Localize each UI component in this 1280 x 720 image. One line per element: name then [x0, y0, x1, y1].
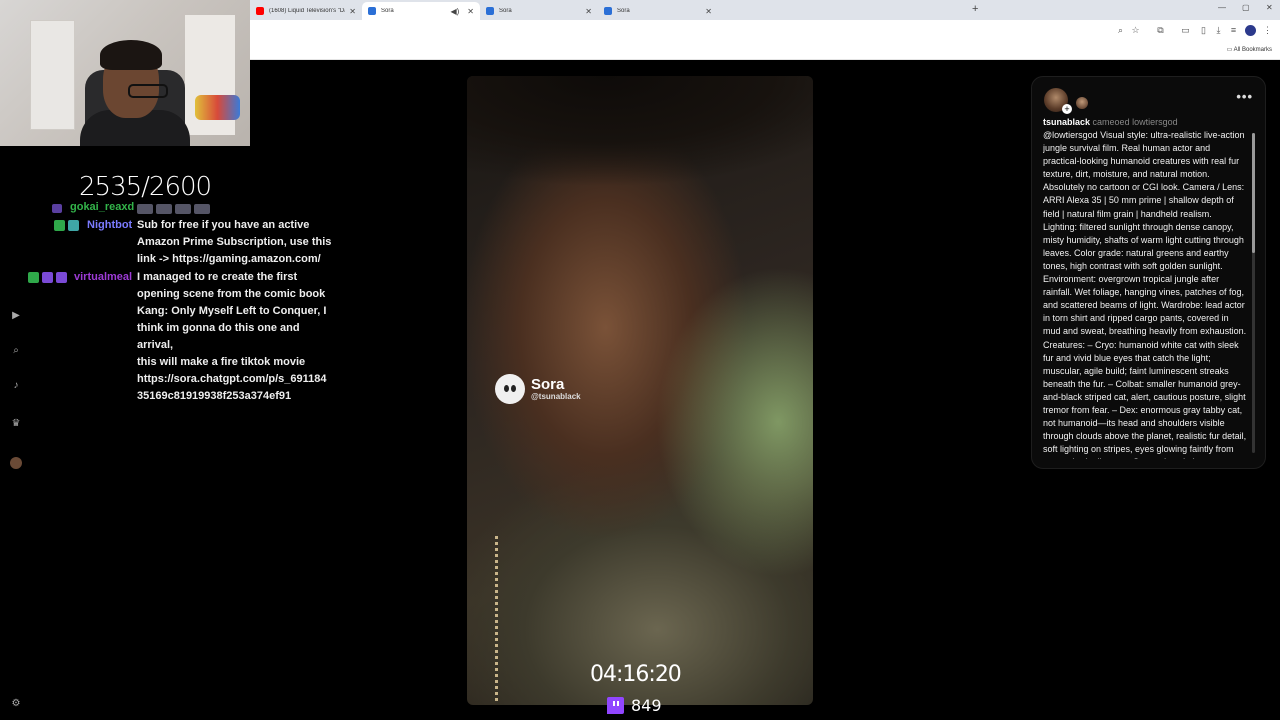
post-cameo-text[interactable]: cameoed lowtiersgod	[1093, 117, 1178, 127]
tab-title: Sora	[499, 8, 512, 14]
tab-title: Sora	[381, 8, 394, 14]
emote-icon	[156, 204, 172, 214]
chat-message-line: think im gonna do this one and arrival,	[137, 322, 300, 351]
trophy-icon[interactable]: ♛	[10, 418, 22, 430]
chat-message-line: this will make a fire tiktok movie	[137, 356, 306, 368]
tab-title: (1608) Liquid Television's "Darkt	[269, 8, 345, 14]
cast-icon[interactable]: ▭	[1180, 25, 1191, 36]
post-detail-panel: + ••• tsunablack cameoed lowtiersgod @lo…	[1031, 76, 1266, 469]
moderator-badge-icon	[68, 220, 79, 231]
sora-watermark: Sora @tsunablack	[495, 374, 581, 404]
bookmark-star-icon[interactable]: ☆	[1130, 25, 1141, 36]
chat-message-line: Amazon Prime Subscription, use this	[137, 236, 332, 248]
all-bookmarks[interactable]: ▭ All Bookmarks	[1227, 46, 1272, 53]
close-icon[interactable]: ✕	[705, 7, 712, 16]
close-icon[interactable]: ✕	[349, 7, 356, 16]
youtube-icon	[256, 7, 264, 15]
verified-badge-icon	[54, 220, 65, 231]
zoom-icon[interactable]: ⌕	[1115, 25, 1126, 36]
maximize-icon[interactable]: ▢	[1242, 3, 1250, 12]
tab-sora-active[interactable]: Sora ◀) ✕	[362, 2, 480, 20]
cameo-avatar[interactable]	[1076, 97, 1088, 109]
bell-icon[interactable]: ♪	[10, 380, 22, 392]
chat-message-line: opening scene from the comic book	[137, 288, 326, 300]
avatar-icon[interactable]	[10, 457, 22, 469]
verified-badge-icon	[28, 272, 39, 283]
watermark-handle: @tsunablack	[531, 392, 581, 401]
chat-message-line[interactable]: 35169c81919938f253a374ef91	[137, 388, 337, 405]
sub-badge-icon	[42, 272, 53, 283]
close-icon[interactable]: ✕	[467, 7, 474, 16]
tab-youtube[interactable]: (1608) Liquid Television's "Darkt ✕	[250, 2, 362, 20]
browser-tab-bar: (1608) Liquid Television's "Darkt ✕ Sora…	[250, 0, 1280, 20]
chat-message-line: Kang: Only Myself Left to Conquer, I	[137, 305, 327, 317]
speaker-icon[interactable]: ◀)	[450, 7, 459, 16]
chat-message-line[interactable]: link -> https://gaming.amazon.com/	[137, 251, 337, 268]
chat-message-line: Sub for free if you have an active	[137, 219, 310, 231]
more-options-icon[interactable]: •••	[1236, 89, 1253, 104]
description-scrollbar[interactable]	[1252, 133, 1255, 453]
emote-icon	[137, 204, 153, 214]
webcam-door	[30, 20, 75, 130]
close-icon[interactable]: ✕	[585, 7, 592, 16]
chat-username[interactable]: gokai_reaxd	[70, 201, 134, 213]
stream-timer: 04:16:20	[590, 662, 682, 687]
post-username[interactable]: tsunablack	[1043, 117, 1090, 127]
sora-logo-icon	[495, 374, 525, 404]
tab-sora-3[interactable]: Sora ✕	[598, 2, 718, 20]
tab-title: Sora	[617, 8, 630, 14]
sora-favicon-icon	[604, 7, 612, 15]
chat-message-line: I managed to re create the first	[137, 271, 298, 283]
webcam-feed	[0, 0, 250, 146]
extensions-icon[interactable]: ⧉	[1155, 25, 1166, 36]
all-bookmarks-label: All Bookmarks	[1233, 47, 1272, 53]
download-icon[interactable]: ⤓	[1213, 25, 1224, 36]
viewer-count: 849	[607, 696, 662, 715]
new-tab-icon[interactable]: +	[972, 3, 978, 15]
follow-plus-icon[interactable]: +	[1062, 104, 1072, 114]
emote-icon	[175, 204, 191, 214]
screen: (1608) Liquid Television's "Darkt ✕ Sora…	[0, 0, 1280, 720]
chat-message: Sub for free if you have an active Amazo…	[137, 217, 337, 268]
tab-search-icon[interactable]: ≡	[1228, 25, 1239, 36]
profile-avatar-icon[interactable]	[1245, 25, 1256, 36]
goal-counter: 2535/2600	[79, 172, 212, 202]
webcam-glasses	[128, 84, 168, 98]
sora-favicon-icon	[368, 7, 376, 15]
emote-icon	[194, 204, 210, 214]
sora-video-player[interactable]: Sora @tsunablack	[467, 76, 813, 705]
chat-message-line[interactable]: https://sora.chatgpt.com/p/s_691184	[137, 371, 337, 388]
bookmarks-bar: ▭ All Bookmarks	[250, 42, 1280, 60]
search-icon[interactable]: ⌕	[10, 345, 22, 357]
sora-favicon-icon	[486, 7, 494, 15]
tab-sora-2[interactable]: Sora ✕	[480, 2, 598, 20]
webcam-toy	[195, 95, 240, 120]
side-panel-icon[interactable]: ▯	[1198, 25, 1209, 36]
video-frame-hair	[467, 76, 813, 186]
minimize-icon[interactable]: —	[1218, 3, 1226, 12]
viewer-count-value: 849	[631, 696, 662, 715]
chat-message: I managed to re create the first opening…	[137, 269, 337, 405]
post-description: @lowtiersgod Visual style: ultra-realist…	[1043, 130, 1247, 459]
webcam-hair	[100, 40, 162, 70]
twitch-icon	[607, 697, 624, 714]
settings-icon[interactable]: ⚙	[10, 698, 22, 710]
video-frame-chain	[495, 536, 505, 701]
watermark-name: Sora	[531, 376, 565, 393]
chat-username[interactable]: virtualmeal	[74, 271, 132, 283]
sub-badge-icon	[56, 272, 67, 283]
window-close-icon[interactable]: ✕	[1266, 3, 1273, 12]
browser-toolbar: ⌕ ☆ ⧉ ▭ ▯ ⤓ ≡ ⋮	[250, 20, 1280, 42]
chat-username[interactable]: Nightbot	[87, 219, 132, 231]
video-icon[interactable]: ▶	[10, 310, 22, 322]
badge-icon	[52, 204, 62, 213]
post-attribution: tsunablack cameoed lowtiersgod	[1043, 117, 1178, 127]
scrollbar-thumb[interactable]	[1252, 133, 1255, 253]
menu-icon[interactable]: ⋮	[1262, 25, 1273, 36]
